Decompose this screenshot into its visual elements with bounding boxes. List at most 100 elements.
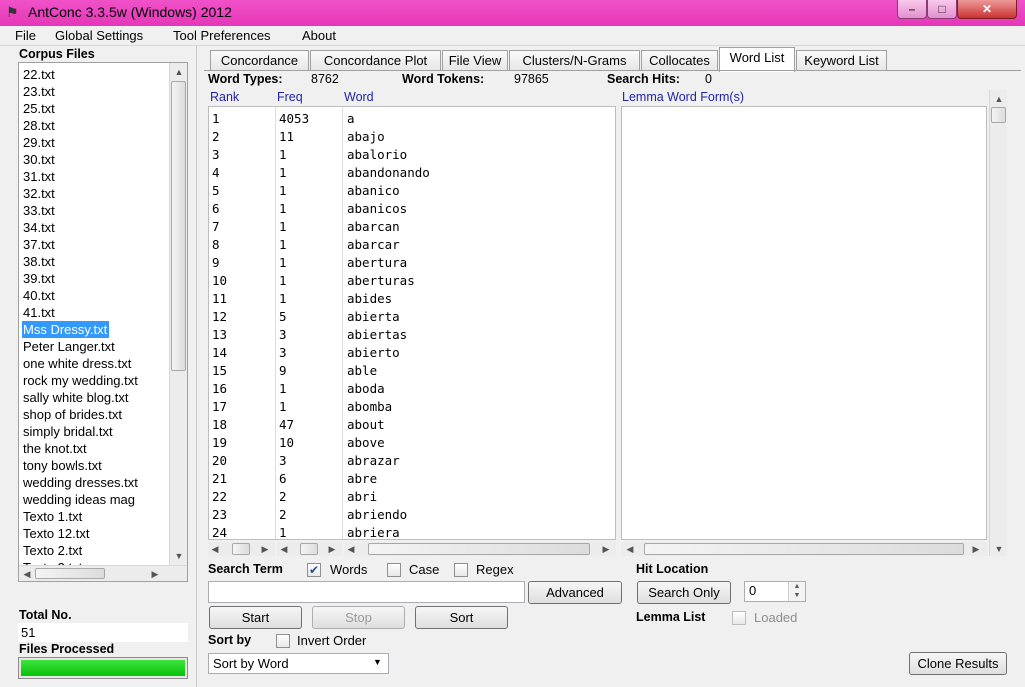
tab-keyword-list[interactable]: Keyword List <box>796 50 887 71</box>
file-list-item[interactable]: 38.txt <box>22 253 168 270</box>
file-list-item[interactable]: Texto 1.txt <box>22 508 168 525</box>
scroll-left-arrow-icon[interactable]: ◀ <box>210 542 220 556</box>
file-list-hscrollbar[interactable]: ◀ ▶ <box>19 565 187 581</box>
scroll-right-arrow-icon[interactable]: ▶ <box>327 542 337 556</box>
scroll-left-arrow-icon[interactable]: ◀ <box>21 567 33 581</box>
file-list-item[interactable]: Texto 12.txt <box>22 525 168 542</box>
file-list-item[interactable]: wedding ideas mag <box>22 491 168 508</box>
invert-order-checkbox[interactable] <box>276 634 290 648</box>
table-row[interactable]: 20 3 abrazar <box>209 452 615 470</box>
tab-file-view[interactable]: File View <box>442 50 508 71</box>
table-row[interactable]: 17 1 abomba <box>209 398 615 416</box>
scroll-right-arrow-icon[interactable]: ▶ <box>260 542 270 556</box>
menu-file[interactable]: File <box>15 28 36 43</box>
table-row[interactable]: 22 2 abri <box>209 488 615 506</box>
file-list-item[interactable]: the knot.txt <box>22 440 168 457</box>
hit-location-spinner[interactable]: 0 ▲ ▼ <box>744 581 806 602</box>
scrollbar-thumb[interactable] <box>644 543 964 555</box>
menu-tool-preferences[interactable]: Tool Preferences <box>173 28 271 43</box>
file-list-vscrollbar[interactable]: ▲ ▼ <box>169 63 187 565</box>
file-list-item[interactable]: 25.txt <box>22 100 168 117</box>
file-list-item[interactable]: one white dress.txt <box>22 355 168 372</box>
file-list-item[interactable]: simply bridal.txt <box>22 423 168 440</box>
table-row[interactable]: 1 4053 a <box>209 110 615 128</box>
scroll-left-arrow-icon[interactable]: ◀ <box>279 542 289 556</box>
menu-about[interactable]: About <box>302 28 336 43</box>
tab-concordance-plot[interactable]: Concordance Plot <box>310 50 441 71</box>
scrollbar-thumb[interactable] <box>35 568 105 579</box>
file-list-item[interactable]: 30.txt <box>22 151 168 168</box>
stop-button[interactable]: Stop <box>312 606 405 629</box>
maximize-button[interactable]: □ <box>927 0 957 19</box>
file-list-item[interactable]: 33.txt <box>22 202 168 219</box>
file-list-item[interactable]: 28.txt <box>22 117 168 134</box>
file-list-item[interactable]: 31.txt <box>22 168 168 185</box>
table-row[interactable]: 18 47 about <box>209 416 615 434</box>
table-row[interactable]: 10 1 aberturas <box>209 272 615 290</box>
file-list-item[interactable]: 22.txt <box>22 66 168 83</box>
scrollbar-thumb[interactable] <box>300 543 318 555</box>
file-list-item[interactable]: 37.txt <box>22 236 168 253</box>
table-row[interactable]: 12 5 abierta <box>209 308 615 326</box>
file-list-item[interactable]: Texto 2.txt <box>22 542 168 559</box>
table-row[interactable]: 3 1 abalorio <box>209 146 615 164</box>
scroll-down-arrow-icon[interactable]: ▼ <box>172 549 186 563</box>
sort-by-select[interactable]: Sort by Word ▼ <box>208 653 389 674</box>
file-list-item[interactable]: Peter Langer.txt <box>22 338 168 355</box>
scroll-down-arrow-icon[interactable]: ▼ <box>992 542 1006 556</box>
freq-hscrollbar[interactable]: ◀ ▶ <box>277 542 342 556</box>
table-row[interactable]: 5 1 abanico <box>209 182 615 200</box>
corpus-file-list[interactable]: 22.txt 23.txt 25.txt 28.txt 29.txt 30.txt 31.t… <box>18 62 188 582</box>
lemma-word-forms-list[interactable] <box>621 106 987 540</box>
search-term-input[interactable] <box>208 581 525 603</box>
regex-checkbox[interactable] <box>454 563 468 577</box>
file-list-item[interactable]: 39.txt <box>22 270 168 287</box>
tab-word-list[interactable]: Word List <box>719 47 795 72</box>
scrollbar-thumb[interactable] <box>232 543 250 555</box>
tab-clusters-ngrams[interactable]: Clusters/N-Grams <box>509 50 640 71</box>
file-list-item[interactable]: 32.txt <box>22 185 168 202</box>
table-row[interactable]: 13 3 abiertas <box>209 326 615 344</box>
minimize-button[interactable]: – <box>897 0 927 19</box>
file-list-item[interactable]: tony bowls.txt <box>22 457 168 474</box>
table-row[interactable]: 21 6 abre <box>209 470 615 488</box>
file-list-item[interactable]: 34.txt <box>22 219 168 236</box>
spinner-arrows[interactable]: ▲ ▼ <box>788 582 805 601</box>
table-row[interactable]: 8 1 abarcar <box>209 236 615 254</box>
table-row[interactable]: 6 1 abanicos <box>209 200 615 218</box>
table-row[interactable]: 16 1 aboda <box>209 380 615 398</box>
tab-collocates[interactable]: Collocates <box>641 50 718 71</box>
table-row[interactable]: 7 1 abarcan <box>209 218 615 236</box>
close-button[interactable]: ✕ <box>957 0 1017 19</box>
clone-results-button[interactable]: Clone Results <box>909 652 1007 675</box>
words-checkbox[interactable]: ✔ <box>307 563 321 577</box>
table-row[interactable]: 23 2 abriendo <box>209 506 615 524</box>
results-vscrollbar[interactable]: ▲ ▼ <box>989 90 1007 556</box>
scroll-right-arrow-icon[interactable]: ▶ <box>971 542 981 556</box>
table-row[interactable]: 19 10 above <box>209 434 615 452</box>
table-row[interactable]: 2 11 abajo <box>209 128 615 146</box>
table-row[interactable]: 24 1 abriera <box>209 524 615 539</box>
column-header-freq[interactable]: Freq <box>277 90 303 104</box>
scroll-left-arrow-icon[interactable]: ◀ <box>346 542 356 556</box>
scroll-up-arrow-icon[interactable]: ▲ <box>992 92 1006 106</box>
word-list-table[interactable]: 1 4053 a 2 11 abajo 3 1 abalorio 4 1 abandonando 5 1 a… <box>208 106 616 540</box>
scrollbar-thumb[interactable] <box>991 107 1006 123</box>
file-list-item[interactable]: shop of brides.txt <box>22 406 168 423</box>
sort-button[interactable]: Sort <box>415 606 508 629</box>
case-checkbox[interactable] <box>387 563 401 577</box>
menu-global-settings[interactable]: Global Settings <box>55 28 143 43</box>
spinner-down-icon[interactable]: ▼ <box>789 589 805 603</box>
file-list-item[interactable]: 41.txt <box>22 304 168 321</box>
table-row[interactable]: 15 9 able <box>209 362 615 380</box>
file-list-item[interactable]: rock my wedding.txt <box>22 372 168 389</box>
search-only-button[interactable]: Search Only <box>637 581 731 604</box>
column-header-rank[interactable]: Rank <box>210 90 239 104</box>
scroll-right-arrow-icon[interactable]: ▶ <box>601 542 611 556</box>
file-list-item[interactable]: 29.txt <box>22 134 168 151</box>
scrollbar-thumb[interactable] <box>368 543 590 555</box>
scroll-up-arrow-icon[interactable]: ▲ <box>172 65 186 79</box>
scrollbar-thumb[interactable] <box>171 81 186 371</box>
rank-hscrollbar[interactable]: ◀ ▶ <box>208 542 275 556</box>
file-list-item[interactable]: wedding dresses.txt <box>22 474 168 491</box>
